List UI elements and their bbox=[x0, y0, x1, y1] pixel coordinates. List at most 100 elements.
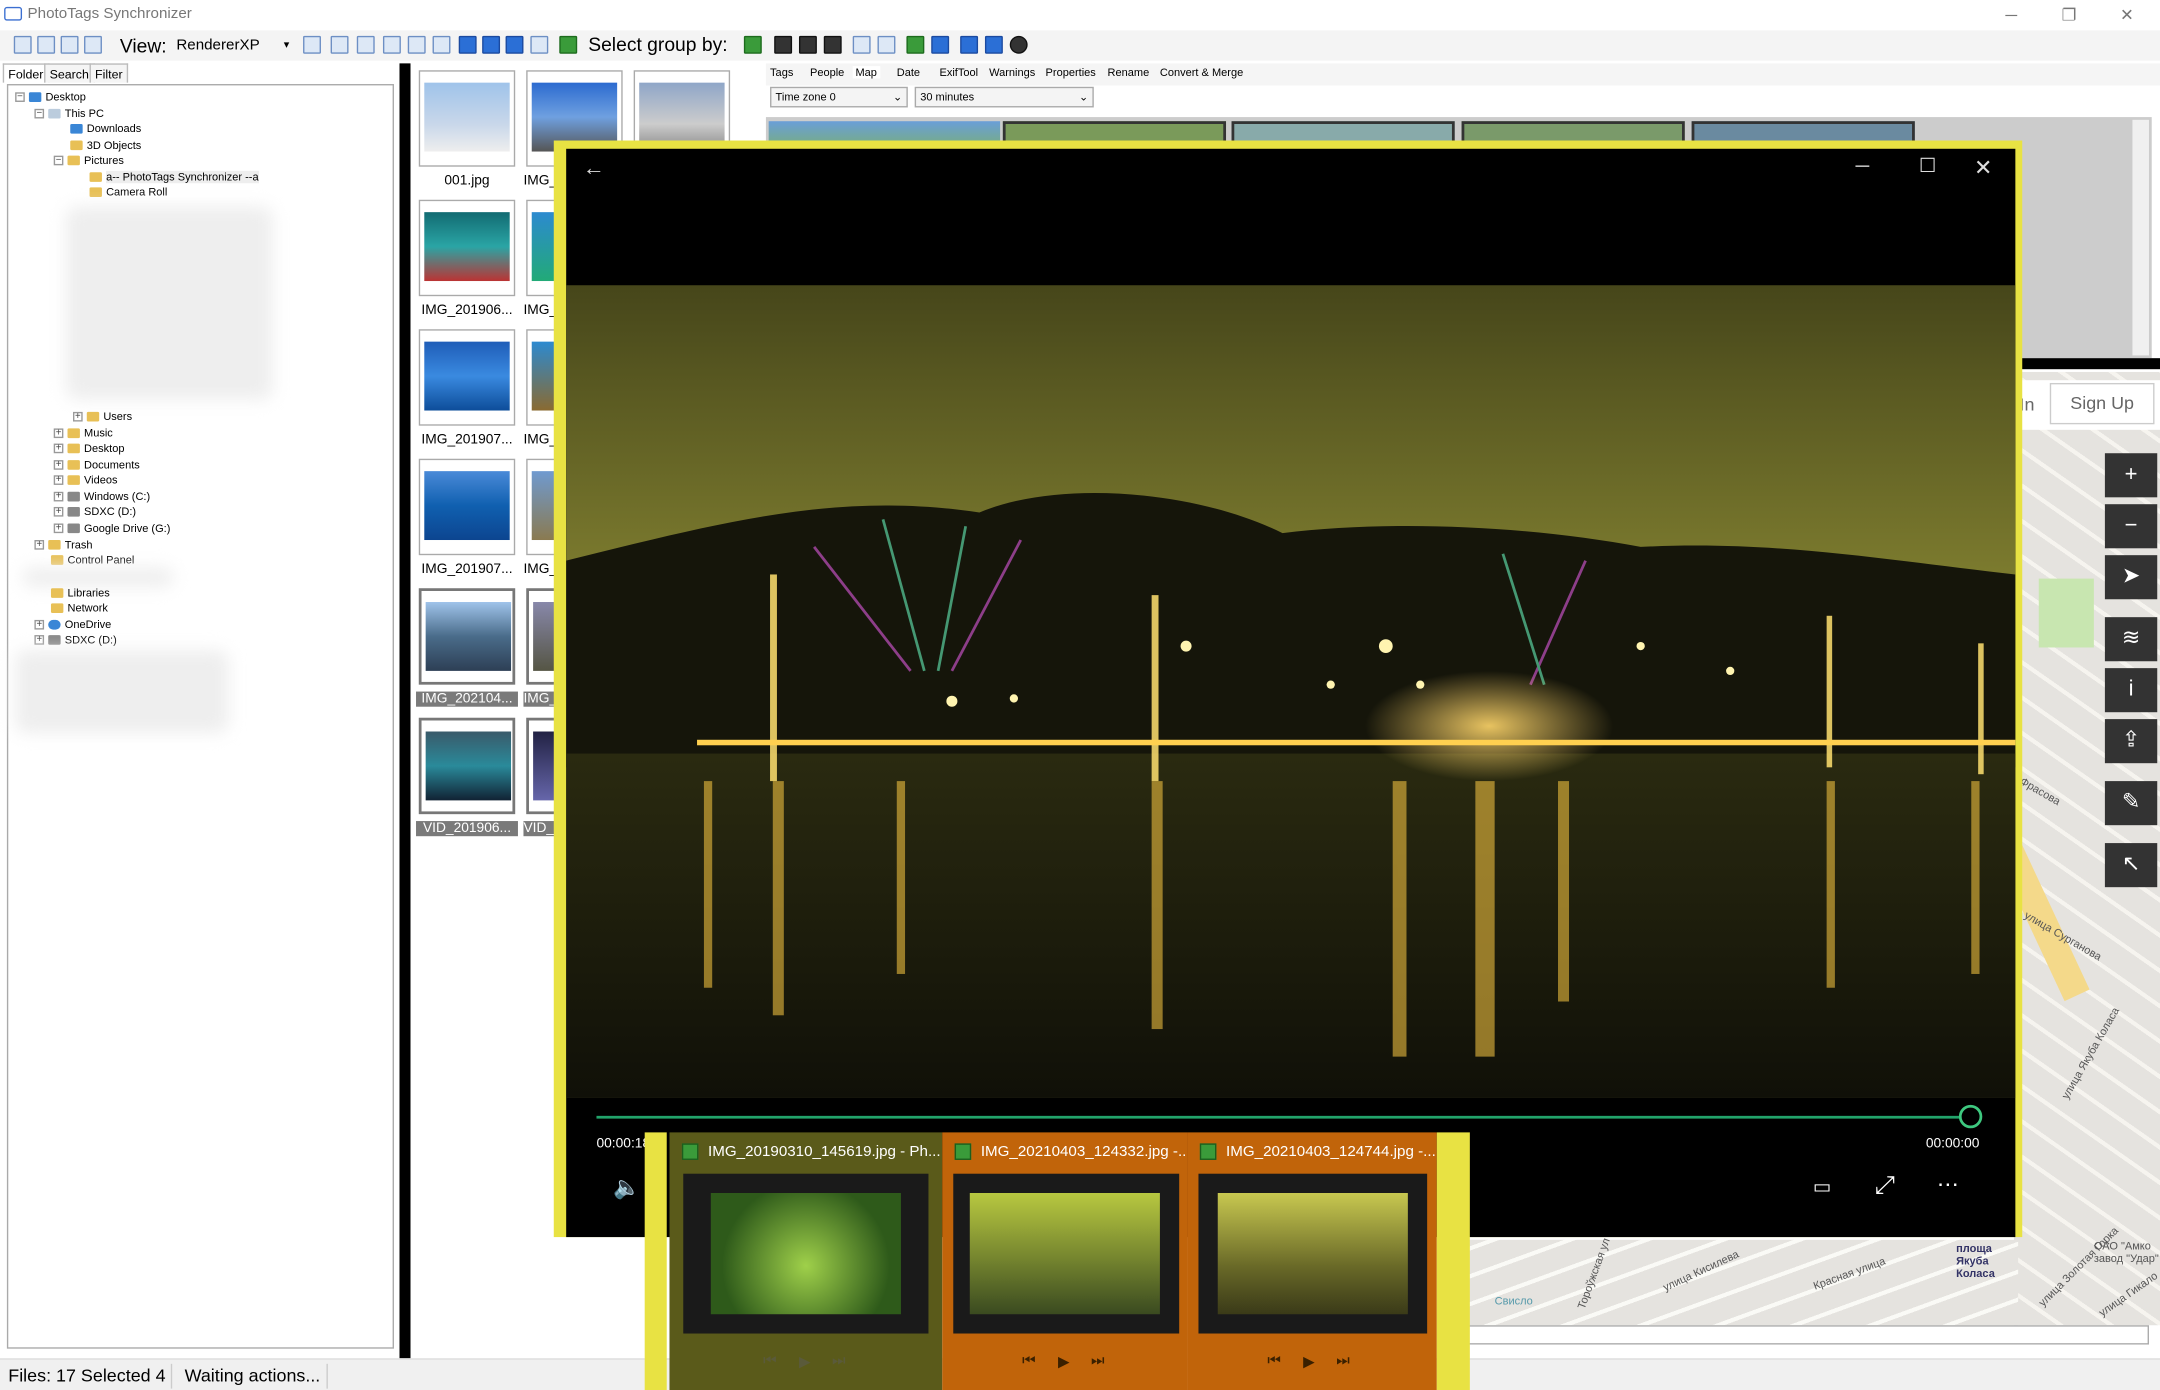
play-icon[interactable]: ▶ bbox=[799, 1353, 811, 1371]
refresh-icon[interactable] bbox=[482, 35, 501, 54]
tree-item-onedrive[interactable]: + OneDrive bbox=[34, 619, 111, 631]
taskbar-preview[interactable]: IMG_20210403_124744.jpg -... ⏮ ▶ ⏭ bbox=[1187, 1132, 1437, 1390]
split-view-icon[interactable] bbox=[852, 35, 871, 54]
tree-item-camera-roll[interactable]: Camera Roll bbox=[89, 186, 167, 198]
timezone-select[interactable]: Time zone 0 ⌄ bbox=[770, 86, 908, 108]
grid-view-icon[interactable] bbox=[303, 35, 321, 54]
previous-icon[interactable]: ⏮ bbox=[1267, 1353, 1281, 1371]
next-icon[interactable]: ⏭ bbox=[1091, 1353, 1105, 1371]
tree-item-desktop-2[interactable]: + Desktop bbox=[53, 442, 124, 455]
tab-people[interactable]: People bbox=[810, 66, 844, 78]
grid-dark-icon[interactable] bbox=[798, 35, 817, 54]
interval-select[interactable]: 30 minutes ⌄ bbox=[914, 86, 1094, 108]
image-icon[interactable] bbox=[330, 35, 349, 54]
thumbnail-selected[interactable] bbox=[418, 588, 516, 685]
splitter[interactable] bbox=[2013, 358, 2160, 370]
seek-bar[interactable] bbox=[596, 1115, 1964, 1119]
save-icon[interactable] bbox=[931, 35, 950, 54]
tree-item-network[interactable]: Network bbox=[50, 602, 108, 614]
tab-date[interactable]: Date bbox=[897, 66, 920, 78]
more-options-icon[interactable]: ⋯ bbox=[1937, 1171, 1959, 1199]
seek-handle[interactable] bbox=[1958, 1104, 1983, 1129]
next-icon[interactable]: ⏭ bbox=[832, 1353, 846, 1371]
back-arrow-icon[interactable]: ← bbox=[583, 157, 605, 182]
tree-item-downloads[interactable]: Downloads bbox=[70, 123, 141, 135]
zoom-out-button[interactable]: − bbox=[2104, 504, 2158, 549]
close-button[interactable]: ✕ bbox=[1974, 154, 1992, 182]
info-icon[interactable] bbox=[1009, 35, 1028, 54]
tree-item-google-drive[interactable]: + Google Drive (G:) bbox=[53, 522, 170, 535]
comment-button[interactable]: ✎ bbox=[2104, 781, 2158, 826]
diamond-icon[interactable] bbox=[984, 35, 1003, 54]
image-icon[interactable] bbox=[382, 35, 401, 54]
tree-item-documents[interactable]: + Documents bbox=[53, 459, 140, 471]
grid-dark-icon[interactable] bbox=[823, 35, 842, 54]
splitter[interactable] bbox=[399, 63, 411, 1359]
fullscreen-icon[interactable]: ⤢ bbox=[1875, 1171, 1895, 1200]
tab-tags[interactable]: Tags bbox=[770, 66, 793, 78]
minimize-button[interactable]: ─ bbox=[1997, 3, 2025, 28]
thumbnail[interactable] bbox=[418, 70, 516, 167]
play-icon[interactable]: ▶ bbox=[1058, 1353, 1070, 1371]
taskbar-preview[interactable]: IMG_20210403_124332.jpg -... ⏮ ▶ ⏭ bbox=[942, 1132, 1191, 1390]
layout-icon[interactable] bbox=[84, 35, 102, 54]
map-icon[interactable] bbox=[906, 35, 925, 54]
tab-search[interactable]: Search bbox=[44, 63, 95, 83]
previous-icon[interactable]: ⏮ bbox=[1022, 1353, 1036, 1371]
tree-item-music[interactable]: + Music bbox=[53, 427, 113, 439]
tree-item-3d-objects[interactable]: 3D Objects bbox=[70, 139, 141, 152]
map-scrollbar[interactable] bbox=[1439, 1325, 2149, 1345]
tree-item-users[interactable]: + Users bbox=[73, 411, 132, 423]
tree-item-this-pc[interactable]: − This PC bbox=[34, 107, 104, 120]
image-small-icon[interactable] bbox=[432, 35, 451, 54]
grid-dark-icon[interactable] bbox=[774, 35, 793, 54]
thumbnail[interactable] bbox=[418, 329, 516, 426]
previous-icon[interactable]: ⏮ bbox=[763, 1353, 777, 1371]
tab-filter[interactable]: Filter bbox=[89, 63, 129, 83]
image-icon[interactable] bbox=[356, 35, 375, 54]
taskbar-preview[interactable]: IMG_20190310_145619.jpg - Ph... ⏮ ▶ ⏭ bbox=[669, 1132, 943, 1390]
view-select[interactable]: RendererXP ▾ bbox=[171, 34, 292, 56]
select-group-label[interactable]: Select group by: bbox=[588, 33, 727, 55]
restore-button[interactable]: ❐ bbox=[2055, 3, 2083, 28]
compare-icon[interactable] bbox=[877, 35, 896, 54]
layout-icon[interactable] bbox=[13, 35, 32, 54]
settings-icon[interactable] bbox=[960, 35, 979, 54]
locate-button[interactable]: ➤ bbox=[2104, 555, 2158, 600]
print-icon[interactable] bbox=[530, 35, 549, 54]
maximize-button[interactable]: ☐ bbox=[1919, 154, 1936, 177]
rotate-right-icon[interactable] bbox=[505, 35, 524, 54]
tree-item-pictures[interactable]: − Pictures bbox=[53, 154, 124, 167]
video-frame[interactable] bbox=[566, 285, 2016, 1098]
image-small-icon[interactable] bbox=[407, 35, 426, 54]
thumbnail[interactable] bbox=[418, 458, 516, 556]
zoom-in-button[interactable]: + bbox=[2104, 453, 2158, 498]
tree-item-videos[interactable]: + Videos bbox=[53, 474, 118, 486]
tab-exiftool[interactable]: ExifTool bbox=[939, 66, 978, 78]
tab-rename[interactable]: Rename bbox=[1108, 66, 1150, 78]
info-button[interactable]: i bbox=[2104, 668, 2158, 713]
tab-map[interactable]: Map bbox=[852, 66, 880, 79]
mini-view-icon[interactable]: ▭ bbox=[1813, 1175, 1831, 1198]
tree-item-desktop[interactable]: − Desktop bbox=[15, 91, 86, 103]
rotate-left-icon[interactable] bbox=[458, 35, 477, 54]
tab-warnings[interactable]: Warnings bbox=[989, 66, 1035, 78]
layers-button[interactable]: ≋ bbox=[2104, 617, 2158, 662]
tab-properties[interactable]: Properties bbox=[1046, 66, 1096, 78]
close-button[interactable]: ✕ bbox=[2113, 3, 2141, 28]
layout-icon[interactable] bbox=[37, 35, 56, 54]
thumbnail-selected[interactable] bbox=[418, 717, 516, 815]
sync-icon[interactable] bbox=[559, 35, 578, 54]
tree-item-phototags[interactable]: a-- PhotoTags Synchronizer --a bbox=[89, 170, 259, 184]
minimize-button[interactable]: ─ bbox=[1856, 154, 1870, 176]
next-icon[interactable]: ⏭ bbox=[1336, 1353, 1350, 1371]
share-button[interactable]: ⇪ bbox=[2104, 719, 2158, 764]
tree-item-sdxc-d-2[interactable]: + SDXC (D:) bbox=[34, 634, 117, 646]
layout-icon[interactable] bbox=[60, 35, 79, 54]
tree-item-libraries[interactable]: Libraries bbox=[50, 587, 110, 599]
scrollbar[interactable] bbox=[2132, 119, 2149, 356]
tab-convert-merge[interactable]: Convert & Merge bbox=[1160, 66, 1243, 78]
sign-up-button[interactable]: Sign Up bbox=[2049, 382, 2155, 425]
tab-folder[interactable]: Folder bbox=[2, 63, 49, 83]
tree-item-sdxc-d[interactable]: + SDXC (D:) bbox=[53, 506, 136, 518]
